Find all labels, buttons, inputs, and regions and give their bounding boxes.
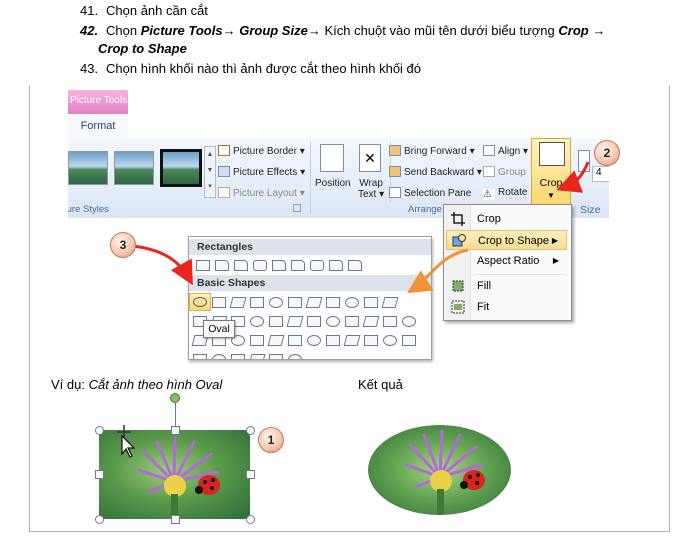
resize-handle-bl[interactable] [95,515,104,524]
resize-handle-tl[interactable] [95,426,104,435]
move-cursor-icon [117,425,136,458]
step-badge-3: 3 [110,232,136,258]
resize-handle-left[interactable] [95,470,104,479]
rotate-handle[interactable] [170,393,180,403]
arrow-to-oval-shape [132,244,193,286]
arrow-crop-to-shape-to-gallery [406,248,469,294]
resize-handle-br[interactable] [246,515,255,524]
step-badge-2: 2 [594,140,620,166]
resize-handle-right[interactable] [246,470,255,479]
example-caption: Ví dụ: Cắt ảnh theo hình Oval [51,377,222,392]
result-oval-picture [368,425,511,515]
example-italic: Cắt ảnh theo hình Oval [88,377,223,392]
resize-handle-bottom[interactable] [171,515,180,524]
example-prefix: Ví dụ: [51,377,89,392]
flower-image-oval [404,429,485,515]
result-caption: Kết quả [358,377,403,392]
resize-handle-top[interactable] [171,426,180,435]
step-badge-1: 1 [258,427,284,453]
arrow-to-crop-dropdown [556,161,590,193]
resize-handle-tr[interactable] [246,426,255,435]
